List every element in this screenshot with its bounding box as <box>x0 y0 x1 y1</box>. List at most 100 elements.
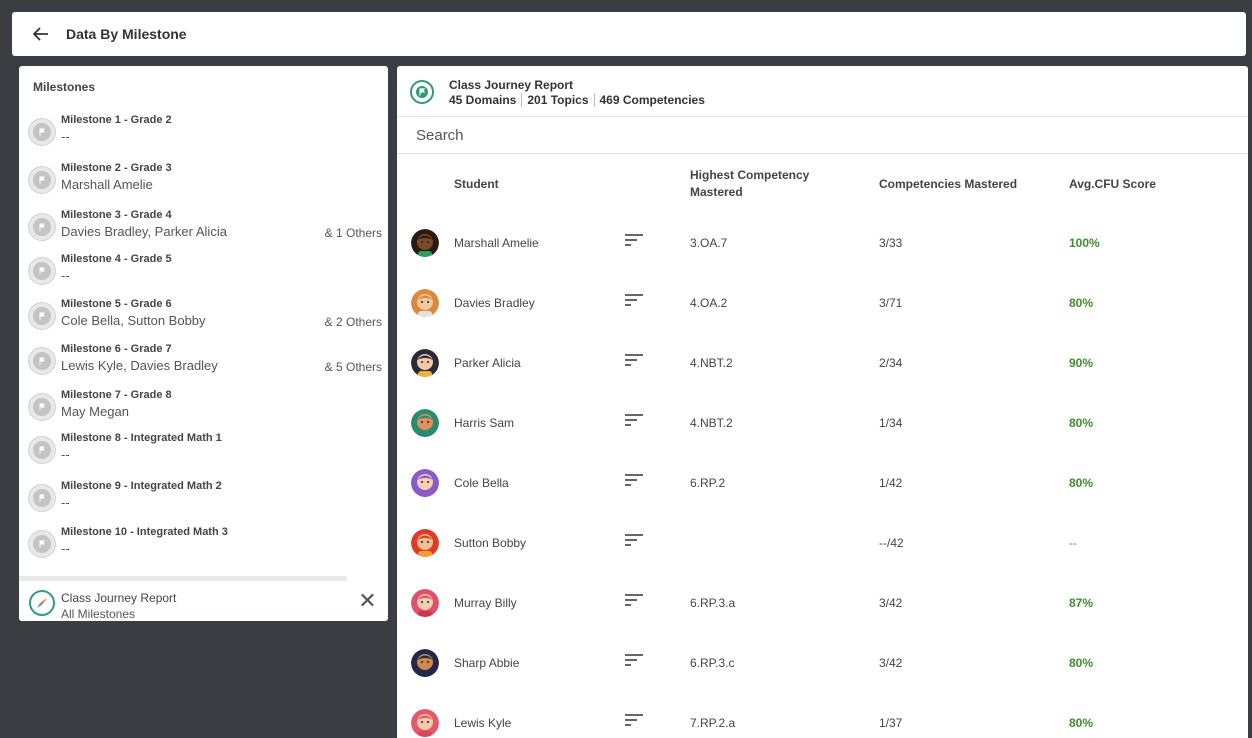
competencies-mastered: 2/34 <box>879 356 903 370</box>
report-stats: 45 Domains 201 Topics 469 Competencies <box>449 93 710 107</box>
column-header-mastered: Competencies Mastered <box>879 177 1018 191</box>
competencies-mastered: 3/71 <box>879 296 903 310</box>
milestone-name: Milestone 8 - Integrated Math 1 <box>61 432 222 444</box>
milestone-students: -- <box>61 495 70 510</box>
competencies-mastered: 1/42 <box>879 476 903 490</box>
sort-lines-icon[interactable] <box>625 233 645 247</box>
milestone-students: Cole Bella, Sutton Bobby <box>61 313 206 328</box>
milestone-item[interactable]: Milestone 3 - Grade 4 Davies Bradley, Par… <box>19 205 388 247</box>
report-header: Class Journey Report 45 Domains 201 Topi… <box>397 66 1248 117</box>
sort-lines-icon[interactable] <box>625 653 645 667</box>
sort-lines-icon[interactable] <box>625 413 645 427</box>
milestone-students: Marshall Amelie <box>61 177 153 192</box>
column-header-highest-line1: Highest Competency <box>690 168 810 182</box>
table-row[interactable]: Cole Bella 6.RP.2 1/42 80% <box>397 452 1248 512</box>
milestone-name: Milestone 6 - Grade 7 <box>61 343 172 355</box>
sort-lines-icon[interactable] <box>625 593 645 607</box>
milestone-students: -- <box>61 129 70 144</box>
avg-cfu-score: 80% <box>1069 476 1094 490</box>
competencies-mastered: 3/33 <box>879 236 903 250</box>
arrow-left-icon <box>33 27 48 41</box>
milestone-item[interactable]: Milestone 2 - Grade 3 Marshall Amelie <box>19 158 388 200</box>
highest-competency: 6.RP.3.a <box>690 596 736 610</box>
table-row[interactable]: Murray Billy 6.RP.3.a 3/42 87% <box>397 572 1248 632</box>
milestone-item[interactable]: Milestone 10 - Integrated Math 3 -- <box>19 522 388 564</box>
footer-title: Class Journey Report <box>61 591 177 605</box>
report-panel: Class Journey Report 45 Domains 201 Topi… <box>397 66 1248 738</box>
stat-domains: 45 Domains <box>449 93 517 107</box>
milestone-item[interactable]: Milestone 8 - Integrated Math 1 -- <box>19 428 388 470</box>
highest-competency: 3.OA.7 <box>690 236 728 250</box>
table-row[interactable]: Davies Bradley 4.OA.2 3/71 80% <box>397 272 1248 332</box>
milestone-name: Milestone 7 - Grade 8 <box>61 389 172 401</box>
competencies-mastered: 3/42 <box>879 656 903 670</box>
milestone-name: Milestone 3 - Grade 4 <box>61 209 172 221</box>
avg-cfu-score: 80% <box>1069 656 1094 670</box>
highest-competency: 6.RP.3.c <box>690 656 735 670</box>
table-row[interactable]: Sharp Abbie 6.RP.3.c 3/42 80% <box>397 632 1248 692</box>
milestone-name: Milestone 4 - Grade 5 <box>61 253 172 265</box>
avg-cfu-score: -- <box>1069 536 1077 550</box>
back-button[interactable] <box>30 23 52 45</box>
table-row[interactable]: Sutton Bobby --/42 -- <box>397 512 1248 572</box>
avatar <box>411 709 439 737</box>
competencies-mastered: 1/37 <box>879 716 903 730</box>
milestone-students: -- <box>61 541 70 556</box>
student-name: Cole Bella <box>454 476 509 490</box>
page-title: Data By Milestone <box>66 26 187 42</box>
sort-lines-icon[interactable] <box>625 473 645 487</box>
avg-cfu-score: 80% <box>1069 296 1094 310</box>
student-name: Harris Sam <box>454 416 515 430</box>
search-input[interactable] <box>397 117 1248 154</box>
avg-cfu-score: 100% <box>1069 236 1100 250</box>
table-row[interactable]: Lewis Kyle 7.RP.2.a 1/37 80% <box>397 692 1248 738</box>
avg-cfu-score: 87% <box>1069 596 1094 610</box>
competencies-mastered: 1/34 <box>879 416 903 430</box>
milestone-item[interactable]: Milestone 4 - Grade 5 -- <box>19 249 388 291</box>
milestone-name: Milestone 2 - Grade 3 <box>61 162 172 174</box>
milestone-students: -- <box>61 447 70 462</box>
footer-subtitle: All Milestones <box>61 607 136 621</box>
class-journey-footer[interactable]: Class Journey Report All Milestones <box>19 576 347 621</box>
sort-lines-icon[interactable] <box>625 293 645 307</box>
milestone-name: Milestone 9 - Integrated Math 2 <box>61 480 222 492</box>
avatar <box>411 409 439 437</box>
flag-icon <box>410 80 434 104</box>
flag-icon <box>28 484 56 512</box>
milestone-item[interactable]: Milestone 6 - Grade 7 Lewis Kyle, Davies … <box>19 339 388 381</box>
close-button[interactable]: ✕ <box>347 576 388 621</box>
stat-topics: 201 Topics <box>521 93 593 107</box>
table-row[interactable]: Parker Alicia 4.NBT.2 2/34 90% <box>397 332 1248 392</box>
avatar <box>411 529 439 557</box>
milestone-students: -- <box>61 268 70 283</box>
flag-icon <box>28 257 56 285</box>
milestone-name: Milestone 1 - Grade 2 <box>61 114 172 126</box>
milestone-name: Milestone 10 - Integrated Math 3 <box>61 526 228 538</box>
milestone-name: Milestone 5 - Grade 6 <box>61 298 172 310</box>
column-header-student: Student <box>454 177 499 191</box>
flag-icon <box>28 530 56 558</box>
table-row[interactable]: Marshall Amelie 3.OA.7 3/33 100% <box>397 212 1248 272</box>
table-row[interactable]: Harris Sam 4.NBT.2 1/34 80% <box>397 392 1248 452</box>
milestone-item[interactable]: Milestone 1 - Grade 2 -- <box>19 110 388 152</box>
student-name: Sutton Bobby <box>454 536 527 550</box>
avg-cfu-score: 90% <box>1069 356 1094 370</box>
flag-icon <box>28 166 56 194</box>
highest-competency: 6.RP.2 <box>690 476 726 490</box>
milestone-item[interactable]: Milestone 9 - Integrated Math 2 -- <box>19 476 388 518</box>
avatar <box>411 289 439 317</box>
highest-competency: 4.NBT.2 <box>690 416 733 430</box>
sort-lines-icon[interactable] <box>625 353 645 367</box>
column-header-cfu: Avg.CFU Score <box>1069 177 1156 191</box>
milestone-item[interactable]: Milestone 5 - Grade 6 Cole Bella, Sutton … <box>19 294 388 336</box>
student-name: Lewis Kyle <box>454 716 512 730</box>
sort-lines-icon[interactable] <box>625 713 645 727</box>
milestone-others: & 1 Others <box>324 226 382 240</box>
milestone-others: & 5 Others <box>324 360 382 374</box>
sort-lines-icon[interactable] <box>625 533 645 547</box>
highest-competency: 4.NBT.2 <box>690 356 733 370</box>
milestone-item[interactable]: Milestone 7 - Grade 8 May Megan <box>19 385 388 427</box>
competencies-mastered: --/42 <box>879 536 904 550</box>
highest-competency: 7.RP.2.a <box>690 716 736 730</box>
milestones-panel: Milestones Milestone 1 - Grade 2 -- Milest… <box>19 66 388 621</box>
